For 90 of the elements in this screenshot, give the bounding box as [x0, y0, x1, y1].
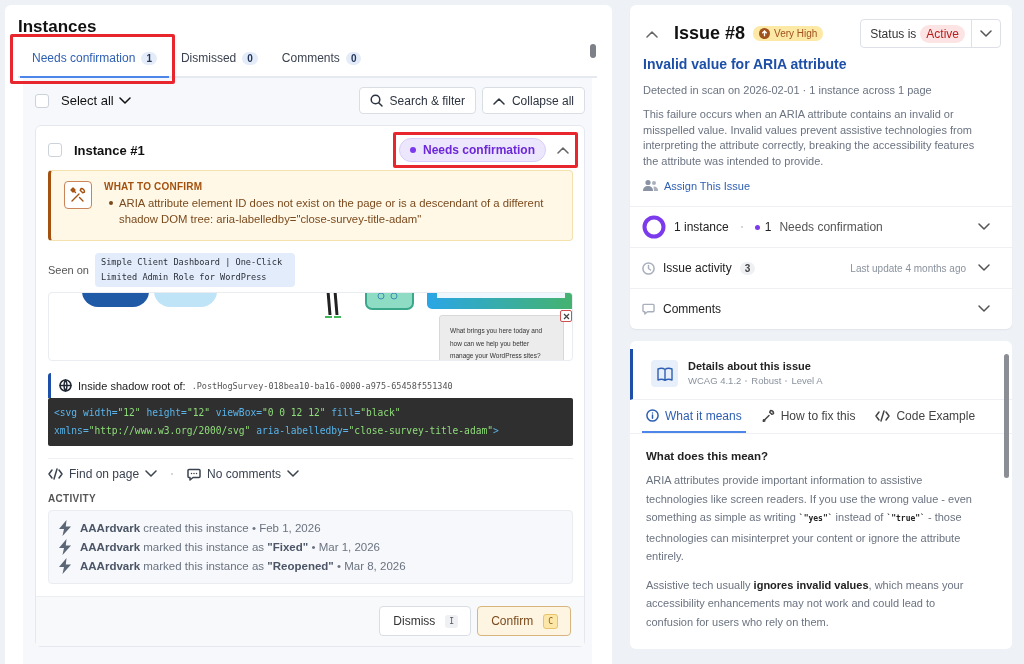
toolbar-button[interactable]: Collapse all — [481, 87, 585, 114]
instances-row[interactable]: 1 instance 1 Needs confirmation — [630, 206, 1012, 247]
speech-bubble-icon — [642, 303, 655, 315]
chevron-up-icon — [646, 29, 658, 38]
globe-icon — [59, 379, 72, 392]
instance-title: Instance #1 — [74, 142, 146, 158]
chevron-up-icon — [557, 146, 569, 154]
instance-count: 1 instance — [674, 220, 729, 234]
details-title: Details about this issue — [688, 360, 812, 372]
issue-number: Issue #8 — [674, 23, 746, 44]
status-badge: Active — [920, 24, 965, 43]
chevron-down-icon — [978, 223, 990, 231]
wrench-icon — [761, 409, 775, 422]
info-icon — [646, 409, 659, 422]
chevron-down-icon — [118, 96, 131, 105]
tab[interactable]: Code Example — [871, 400, 980, 433]
tools-icon — [69, 186, 87, 204]
find-on-page-dropdown[interactable]: Find on page — [48, 467, 158, 481]
caret-icon — [980, 29, 992, 38]
paragraph: ARIA attributes provide important information to assistive technologies like screen readers. If you use the wrong value - even something as simple as writing `"yes"` instead of `"true"` - those technologies can misinterpret your content or ignore the attribute entirely. — [646, 473, 972, 564]
scrollbar-thumb[interactable] — [1003, 354, 1009, 478]
shortcut-key: I — [445, 614, 459, 628]
last-update: Last update 4 months ago — [850, 262, 966, 274]
chevron-down-icon — [145, 470, 158, 478]
count-badge: 0 — [242, 51, 258, 65]
selector-text: .PostHogSurvey-018bea10-ba16-0000-a975-65458f551340 — [191, 380, 453, 391]
row-label: Comments — [663, 302, 721, 316]
comments-row[interactable]: Comments — [630, 288, 1012, 329]
callout-item: ARIA attribute element ID does not exist on the page or is a descendant of a different shadow DOM tree: aria-labelledby="close-survey-title-adam" — [104, 195, 560, 227]
close-icon[interactable] — [560, 310, 572, 322]
meta-item: Robust — [751, 375, 782, 386]
activity-entry: AAArdvark marked this instance as "Fixed" • Mar 1, 2026 — [80, 539, 381, 555]
confirm-button[interactable]: Confirm C — [477, 606, 571, 636]
chevron-down-icon — [978, 305, 990, 313]
callout-heading: WHAT TO CONFIRM — [104, 181, 204, 192]
chevron-up-icon — [492, 96, 505, 105]
tab[interactable]: Comments 0 — [269, 43, 374, 78]
tab[interactable]: What it means — [642, 400, 746, 433]
code-line: xmlns="http://www.w3.org/2000/svg" aria-labelledby="close-survey-title-adam"> — [54, 424, 500, 438]
needs-count: 1 — [764, 220, 772, 234]
lightning-icon — [59, 539, 71, 555]
issue-description: This failure occurs when an ARIA attribute contains an invalid or misspelled value. Invalid values prevent assistive technologies from interpreting the attribute correctly, breaking the accessibility features the attribute was intended to provide. — [643, 107, 976, 169]
tab[interactable]: How to fix this — [757, 400, 860, 433]
code-line: <svg width="12" height="12" viewBox="0 0 12 12" fill="black" — [54, 406, 402, 420]
comments-dropdown[interactable]: No comments — [187, 467, 300, 481]
people-icon — [643, 179, 658, 192]
status-badge: Needs confirmation — [398, 138, 546, 162]
shadow-root-label: Inside shadow root of: — [78, 379, 186, 392]
panel-title: Instances — [18, 17, 98, 37]
meta-item: Level A — [791, 375, 823, 386]
status-dropdown[interactable]: Status is Active — [860, 19, 1001, 48]
select-all-dropdown[interactable]: Select all — [61, 93, 131, 108]
section-heading: What does this mean? — [646, 450, 770, 462]
activity-entry: AAArdvark created this instance • Feb 1, 2026 — [80, 520, 321, 536]
clock-icon — [642, 261, 655, 275]
severity-badge: Very High — [753, 26, 824, 41]
status-label: Status is — [870, 26, 917, 41]
code-icon — [875, 409, 891, 422]
scrollbar-thumb[interactable] — [590, 44, 596, 58]
scan-info: Detected in scan on 2026-02-01 · 1 instance across 1 page — [643, 84, 933, 96]
shortcut-key: C — [543, 613, 558, 629]
count-badge: 1 — [141, 51, 157, 65]
count-badge: 0 — [345, 51, 362, 65]
arrow-up-circle-icon — [759, 28, 771, 39]
tab[interactable]: Dismissed 0 — [168, 43, 270, 78]
dismiss-button[interactable]: Dismiss I — [379, 606, 472, 636]
paragraph: Assistive tech usually ignores invalid values, which means your accessibility enhancements may not work and could lead to confusion for users who rely on them. — [646, 577, 965, 630]
lightning-icon — [59, 520, 71, 536]
count-badge: 3 — [739, 261, 756, 275]
checkbox[interactable] — [35, 93, 49, 108]
ring-icon — [642, 215, 666, 239]
assign-link[interactable]: Assign This Issue — [643, 179, 999, 198]
checkbox[interactable] — [48, 143, 62, 157]
activity-entry: AAArdvark marked this instance as "Reopened" • Mar 8, 2026 — [80, 558, 406, 574]
issue-title-link[interactable]: Invalid value for ARIA attribute — [643, 56, 999, 72]
chevron-down-icon — [287, 470, 300, 478]
activity-row[interactable]: Issue activity 3 Last update 4 months ago — [630, 247, 1012, 288]
row-label: Issue activity — [663, 261, 732, 275]
section-heading: ACTIVITY — [48, 493, 97, 504]
needs-label: Needs confirmation — [779, 220, 883, 234]
code-icon — [48, 468, 63, 480]
meta-item: WCAG 4.1.2 — [688, 375, 742, 386]
toolbar-button[interactable]: Search & filter — [358, 87, 476, 114]
speech-bubble-icon — [187, 467, 202, 481]
search-icon — [369, 94, 383, 107]
book-icon — [656, 366, 673, 381]
chevron-down-icon — [978, 264, 990, 272]
page-name-tag: Simple Client Dashboard | One-Click Limited Admin Role for WordPress — [95, 253, 295, 287]
seen-on-label: Seen on — [48, 264, 89, 276]
lightning-icon — [59, 558, 71, 574]
